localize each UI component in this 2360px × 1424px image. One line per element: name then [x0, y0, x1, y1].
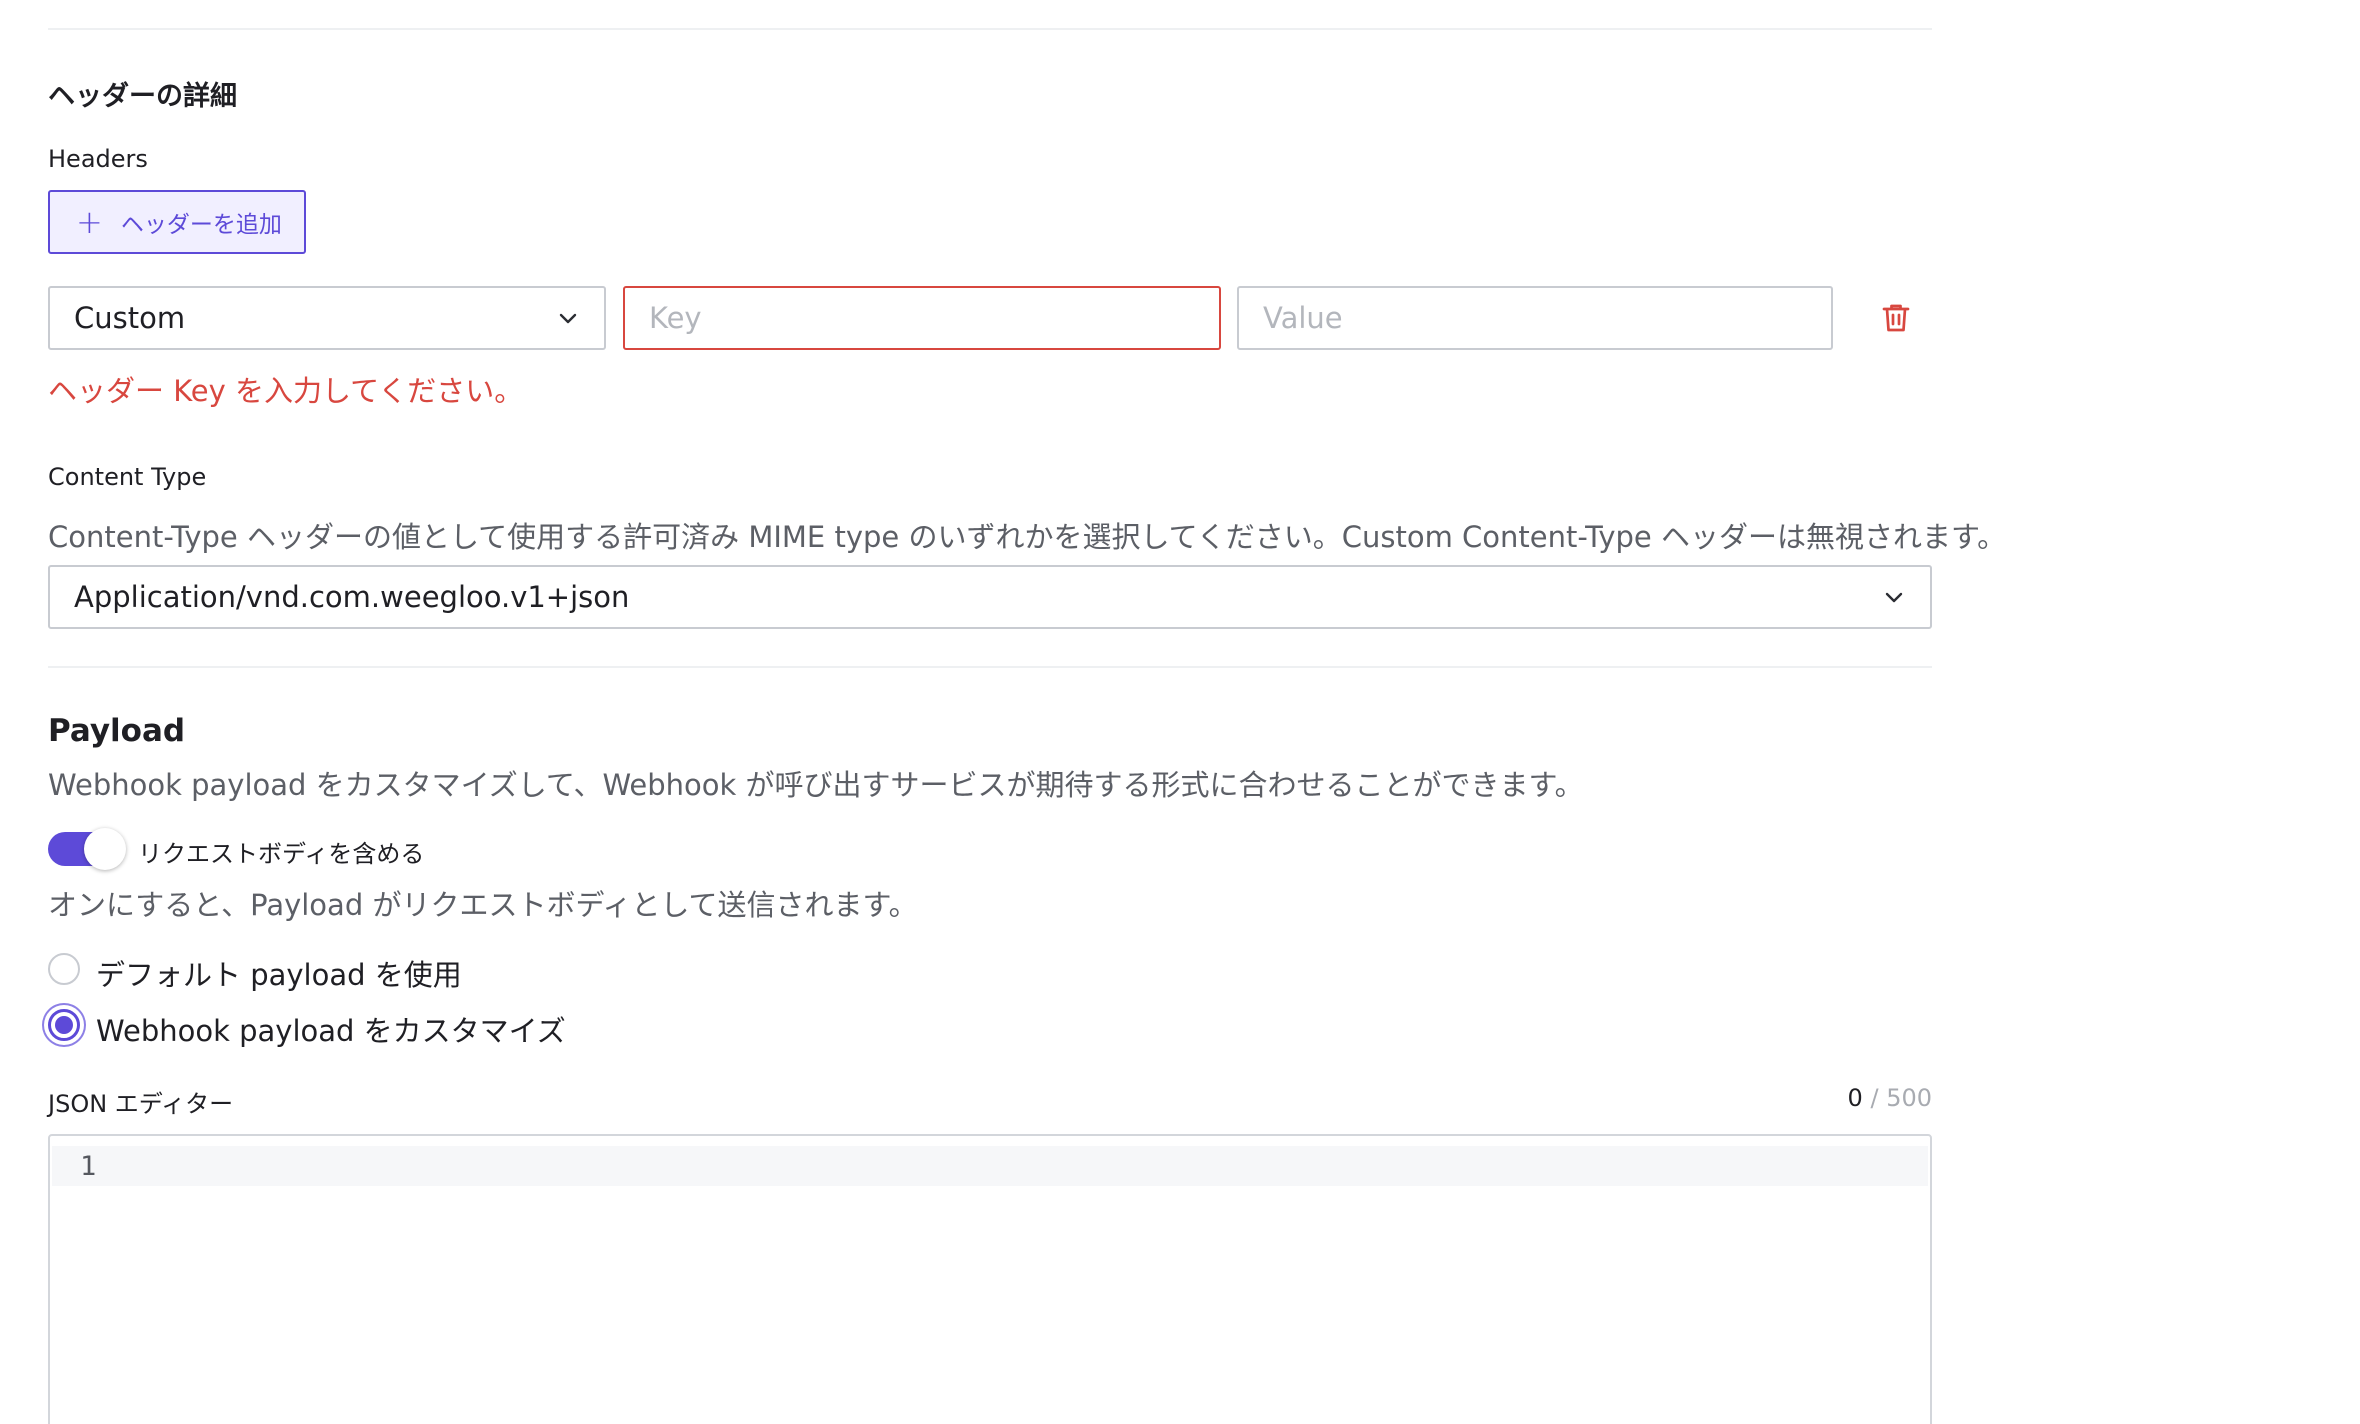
header-value-input[interactable]	[1237, 286, 1833, 350]
payload-title: Payload	[48, 713, 186, 749]
include-body-label: リクエストボディを含める	[138, 840, 425, 868]
default-payload-radio[interactable]	[48, 953, 80, 985]
custom-payload-label: Webhook payload をカスタマイズ	[96, 1014, 566, 1048]
content-type-description: Content-Type ヘッダーの値として使用する許可済み MIME type…	[48, 520, 2007, 554]
plus-icon: +	[76, 203, 103, 241]
char-max: 500	[1886, 1084, 1932, 1112]
content-type-label: Content Type	[48, 463, 207, 491]
headers-label: Headers	[48, 145, 148, 173]
json-editor-label: JSON エディター	[48, 1090, 234, 1118]
json-editor[interactable]: 1	[48, 1134, 1932, 1424]
trash-icon[interactable]	[1878, 300, 1914, 336]
header-type-select[interactable]: Custom	[48, 286, 606, 350]
include-body-toggle[interactable]	[48, 828, 126, 870]
content-type-value: Application/vnd.com.weegloo.v1+json	[74, 580, 630, 614]
char-separator: /	[1870, 1084, 1879, 1112]
chevron-down-icon	[1885, 592, 1903, 603]
custom-payload-radio[interactable]	[48, 1009, 80, 1041]
char-count: 0	[1847, 1084, 1863, 1112]
editor-line: 1	[52, 1146, 1928, 1186]
line-number: 1	[80, 1150, 97, 1182]
section-divider	[48, 666, 1932, 668]
content-type-select[interactable]: Application/vnd.com.weegloo.v1+json	[48, 565, 1932, 629]
add-header-button[interactable]: + ヘッダーを追加	[48, 190, 306, 254]
include-body-hint: オンにすると、Payload がリクエストボディとして送信されます。	[48, 888, 918, 922]
toggle-knob	[84, 828, 126, 870]
webhook-settings-page: ヘッダーの詳細 Headers + ヘッダーを追加 Custom ヘッダー Ke…	[0, 0, 2360, 1424]
payload-description: Webhook payload をカスタマイズして、Webhook が呼び出すサ…	[48, 768, 1584, 802]
header-details-title: ヘッダーの詳細	[48, 81, 237, 112]
top-divider	[48, 28, 1932, 30]
chevron-down-icon	[559, 313, 577, 324]
default-payload-label: デフォルト payload を使用	[96, 958, 462, 992]
header-key-input[interactable]	[623, 286, 1221, 350]
add-header-label: ヘッダーを追加	[120, 212, 282, 238]
header-key-error: ヘッダー Key を入力してください。	[48, 374, 524, 408]
char-counter: 0 / 500	[1732, 1084, 1932, 1112]
header-type-value: Custom	[74, 301, 186, 335]
